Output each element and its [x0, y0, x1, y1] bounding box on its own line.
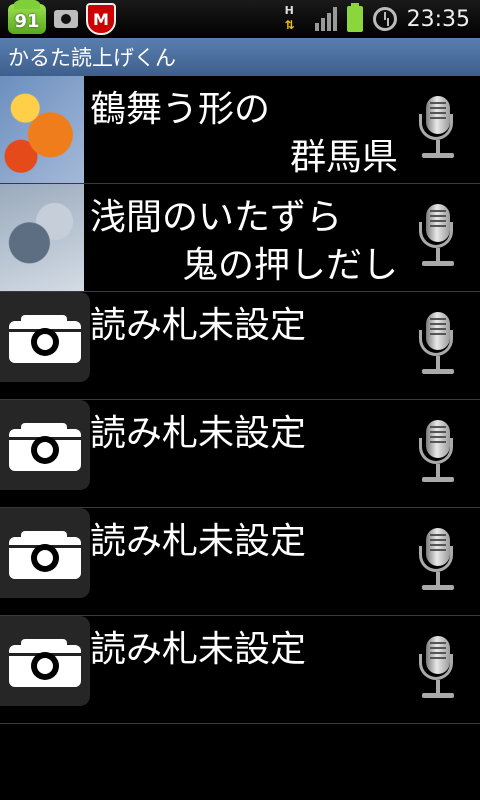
camera-button[interactable] — [0, 508, 90, 598]
alarm-icon — [372, 7, 397, 31]
camera-button[interactable] — [0, 400, 90, 490]
battery-badge-value: 91 — [14, 11, 40, 32]
card-line1: 読み札未設定 — [90, 521, 307, 562]
app-title: かるた読上げくん — [8, 46, 176, 70]
status-bar: 91 M H ⇅ 23:35 — [0, 0, 480, 38]
microphone-icon[interactable] — [416, 96, 460, 166]
android-badge-icon: 91 — [8, 0, 46, 34]
card-line2: 鬼の押しだし — [181, 245, 398, 286]
mcafee-icon: M — [86, 3, 116, 35]
camera-icon — [9, 313, 81, 363]
card-line1: 読み札未設定 — [90, 413, 307, 454]
microphone-icon[interactable] — [416, 528, 460, 598]
card-line1: 読み札未設定 — [90, 629, 307, 670]
card-thumbnail[interactable] — [0, 76, 84, 183]
card-line1: 鶴舞う形の — [90, 89, 271, 130]
microphone-icon[interactable] — [416, 204, 460, 274]
network-icon: H ⇅ — [284, 4, 295, 32]
camera-status-icon — [54, 10, 78, 28]
microphone-icon[interactable] — [416, 312, 460, 382]
card-line2: 群馬県 — [289, 137, 398, 178]
microphone-icon[interactable] — [416, 636, 460, 706]
card-thumbnail[interactable] — [0, 184, 84, 291]
camera-button[interactable] — [0, 292, 90, 382]
clock: 23:35 — [406, 6, 470, 32]
microphone-icon[interactable] — [416, 420, 460, 490]
camera-button[interactable] — [0, 616, 90, 706]
camera-icon — [9, 421, 81, 471]
list-item[interactable]: 読み札未設定 — [0, 616, 480, 724]
list-item[interactable]: 浅間のいたずら 鬼の押しだし — [0, 184, 480, 292]
card-line1: 浅間のいたずら — [90, 197, 343, 238]
list-item[interactable]: 鶴舞う形の 群馬県 — [0, 76, 480, 184]
karuta-list: 鶴舞う形の 群馬県 浅間のいたずら 鬼の押しだし 読み札未設定 読み札未設定 読… — [0, 76, 480, 724]
network-type: H — [284, 4, 294, 17]
card-line1: 読み札未設定 — [90, 305, 307, 346]
list-item[interactable]: 読み札未設定 — [0, 508, 480, 616]
app-title-bar: かるた読上げくん — [0, 38, 480, 76]
battery-icon — [346, 3, 363, 32]
list-item[interactable]: 読み札未設定 — [0, 400, 480, 508]
camera-icon — [9, 637, 81, 687]
camera-icon — [9, 529, 81, 579]
signal-icon — [314, 7, 337, 31]
list-item[interactable]: 読み札未設定 — [0, 292, 480, 400]
